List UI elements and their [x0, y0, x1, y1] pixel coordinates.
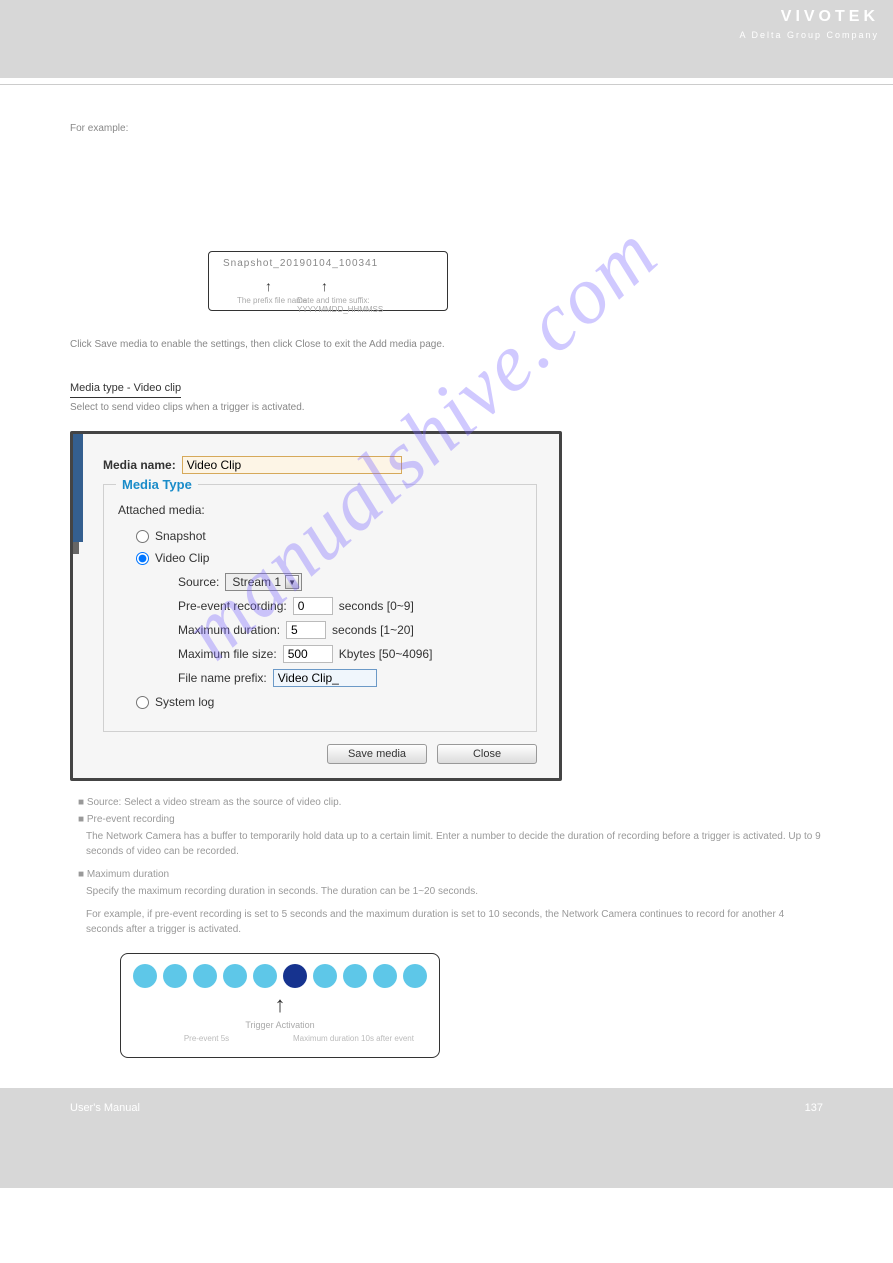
- max-size-unit: Kbytes [50~4096]: [339, 647, 433, 661]
- timeline-dot: [313, 964, 337, 988]
- footer-manual-label: User's Manual: [70, 1102, 140, 1114]
- media-type-fieldset: Media Type Attached media: Snapshot Vide…: [103, 484, 537, 732]
- attached-media-label: Attached media:: [118, 503, 522, 517]
- arrow-label-suffix: Date and time suffix: YYYYMMDD_HHMMSS: [297, 296, 447, 314]
- max-duration-unit: seconds [1~20]: [332, 623, 414, 637]
- intro-text: For example:: [70, 123, 823, 134]
- prefix-label: File name prefix:: [178, 671, 267, 685]
- page-body: manualshive.com For example: Snapshot_20…: [0, 85, 893, 1058]
- close-button[interactable]: Close: [437, 744, 537, 764]
- radio-system-log-label: System log: [155, 695, 214, 709]
- header-bar: VIVOTEK A Delta Group Company: [0, 0, 893, 78]
- timeline-dots: [133, 964, 427, 988]
- desc-example: For example, if pre-event recording is s…: [86, 907, 823, 937]
- arrow-up-icon: ↑: [265, 278, 272, 294]
- arrow-up-icon: ↑: [321, 278, 328, 294]
- video-clip-options-desc: ■ Source: Select a video stream as the s…: [70, 795, 823, 937]
- timeline-trigger-dot: [283, 964, 307, 988]
- pre-event-input[interactable]: [293, 597, 333, 615]
- prefix-input[interactable]: [273, 669, 377, 687]
- radio-snapshot-label: Snapshot: [155, 529, 206, 543]
- section-title-video-clip: Media type - Video clip: [70, 382, 181, 398]
- footer-bar: User's Manual 137: [0, 1088, 893, 1188]
- timeline-dot: [223, 964, 247, 988]
- radio-video-clip[interactable]: [136, 552, 149, 565]
- media-dialog: Media name: Media Type Attached media: S…: [70, 431, 562, 781]
- option-system-log[interactable]: System log: [136, 695, 522, 709]
- brand-tagline: A Delta Group Company: [739, 30, 879, 40]
- chevron-down-icon: ▼: [285, 575, 299, 589]
- snapshot-save-desc: Click Save media to enable the settings,…: [70, 338, 823, 352]
- footer-page-number: 137: [805, 1102, 823, 1114]
- bullet-pre-event: ■ Pre-event recording: [78, 812, 823, 827]
- post-event-span-label: Maximum duration 10s after event: [280, 1034, 427, 1043]
- timeline-dot: [133, 964, 157, 988]
- media-name-input[interactable]: [182, 456, 402, 474]
- source-label: Source:: [178, 575, 219, 589]
- save-media-button[interactable]: Save media: [327, 744, 427, 764]
- timeline-diagram-box: ↑ Trigger Activation Pre-event 5s Maximu…: [120, 953, 440, 1058]
- option-video-clip[interactable]: Video Clip: [136, 551, 522, 565]
- brand-logo: VIVOTEK: [781, 8, 879, 26]
- source-select[interactable]: Stream 1 ▼: [225, 573, 302, 591]
- radio-system-log[interactable]: [136, 696, 149, 709]
- timeline-dot: [403, 964, 427, 988]
- max-size-label: Maximum file size:: [178, 647, 277, 661]
- pre-event-unit: seconds [0~9]: [339, 599, 414, 613]
- arrow-up-icon: ↑: [275, 992, 286, 1017]
- filename-example-box: Snapshot_20190104_100341 ↑ ↑ The prefix …: [208, 251, 448, 311]
- timeline-dot: [163, 964, 187, 988]
- media-name-label: Media name:: [103, 458, 176, 472]
- desc-pre-event: The Network Camera has a buffer to tempo…: [86, 829, 823, 859]
- timeline-dot: [193, 964, 217, 988]
- timeline-dot: [343, 964, 367, 988]
- section-subtitle-video-clip: Select to send video clips when a trigge…: [70, 402, 823, 413]
- radio-video-clip-label: Video Clip: [155, 551, 209, 565]
- fieldset-legend: Media Type: [116, 477, 198, 492]
- radio-snapshot[interactable]: [136, 530, 149, 543]
- example-filename: Snapshot_20190104_100341: [223, 258, 378, 269]
- pre-event-label: Pre-event recording:: [178, 599, 287, 613]
- source-select-value: Stream 1: [228, 575, 285, 589]
- trigger-activation-label: Trigger Activation: [133, 1020, 427, 1030]
- timeline-dot: [253, 964, 277, 988]
- bullet-max-duration: ■ Maximum duration: [78, 867, 823, 882]
- pre-event-span-label: Pre-event 5s: [133, 1034, 280, 1043]
- max-size-input[interactable]: [283, 645, 333, 663]
- dialog-accent: [73, 434, 83, 542]
- bullet-source: ■ Source: Select a video stream as the s…: [78, 795, 823, 810]
- max-duration-input[interactable]: [286, 621, 326, 639]
- max-duration-label: Maximum duration:: [178, 623, 280, 637]
- option-snapshot[interactable]: Snapshot: [136, 529, 522, 543]
- dialog-accent: [73, 542, 79, 554]
- desc-max-duration: Specify the maximum recording duration i…: [86, 884, 823, 899]
- timeline-dot: [373, 964, 397, 988]
